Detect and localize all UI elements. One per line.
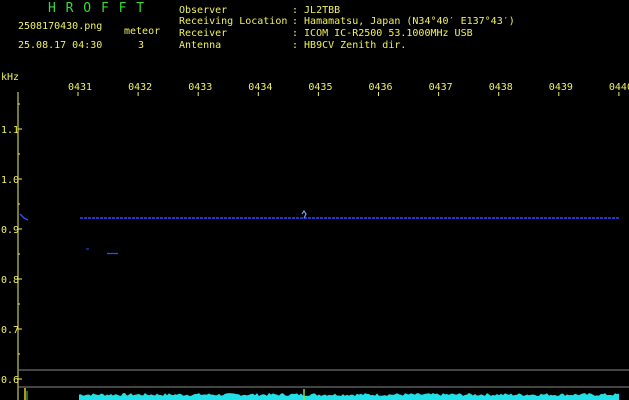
x-tick-label: 0432 — [128, 82, 152, 93]
y-tick-label: 0.7 — [1, 325, 19, 336]
x-tick-label: 0436 — [369, 82, 393, 93]
x-tick-label: 0431 — [68, 82, 92, 93]
spectrogram-window: H R O F F T 2508170430.png 25.08.17 04:3… — [0, 0, 629, 400]
x-tick-label: 0433 — [188, 82, 212, 93]
x-tick-label: 0438 — [489, 82, 513, 93]
spectrogram-chart: 0431 0432 0433 0434 0435 0436 0437 0438 0439 0440… — [1, 82, 629, 400]
signal-level-strip — [79, 393, 619, 400]
y-tick-label: 0.9 — [1, 225, 19, 236]
x-tick-label: 0440 — [609, 82, 629, 93]
x-tick-label: 0435 — [308, 82, 332, 93]
y-tick-label: 0.8 — [1, 275, 19, 286]
meteor-echo — [301, 209, 307, 219]
x-tick-label: 0439 — [549, 82, 573, 93]
y-tick-label: 1.0 — [1, 175, 19, 186]
y-tick-label: 0.6 — [1, 375, 19, 386]
y-tick-label: 1.1 — [1, 125, 19, 136]
x-tick-label: 0437 — [429, 82, 453, 93]
x-tick-label: 0434 — [248, 82, 272, 93]
carrier-fragment — [19, 213, 29, 221]
